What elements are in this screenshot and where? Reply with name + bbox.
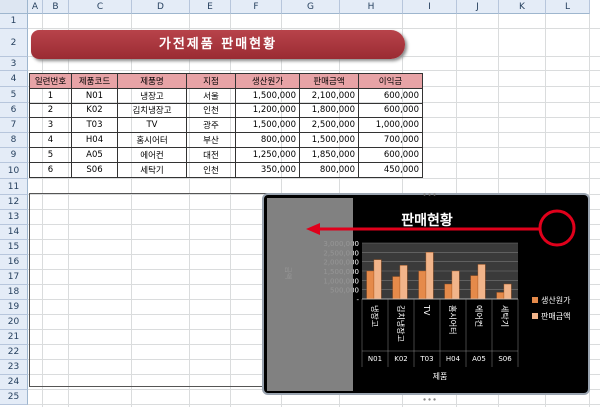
highlight-circle (538, 209, 576, 247)
resize-handle-bottom[interactable]: ∙∙∙ (422, 395, 437, 404)
resize-handle-top[interactable]: ∙∙∙ (422, 190, 437, 199)
spreadsheet: ABCDEFGHIJKL 1 2 3 4 5 6 7 8 9 10 11 12 13 14 15 16 17 18… (0, 0, 600, 407)
drag-arrow-head (306, 223, 320, 235)
annotation-layer (306, 209, 576, 247)
